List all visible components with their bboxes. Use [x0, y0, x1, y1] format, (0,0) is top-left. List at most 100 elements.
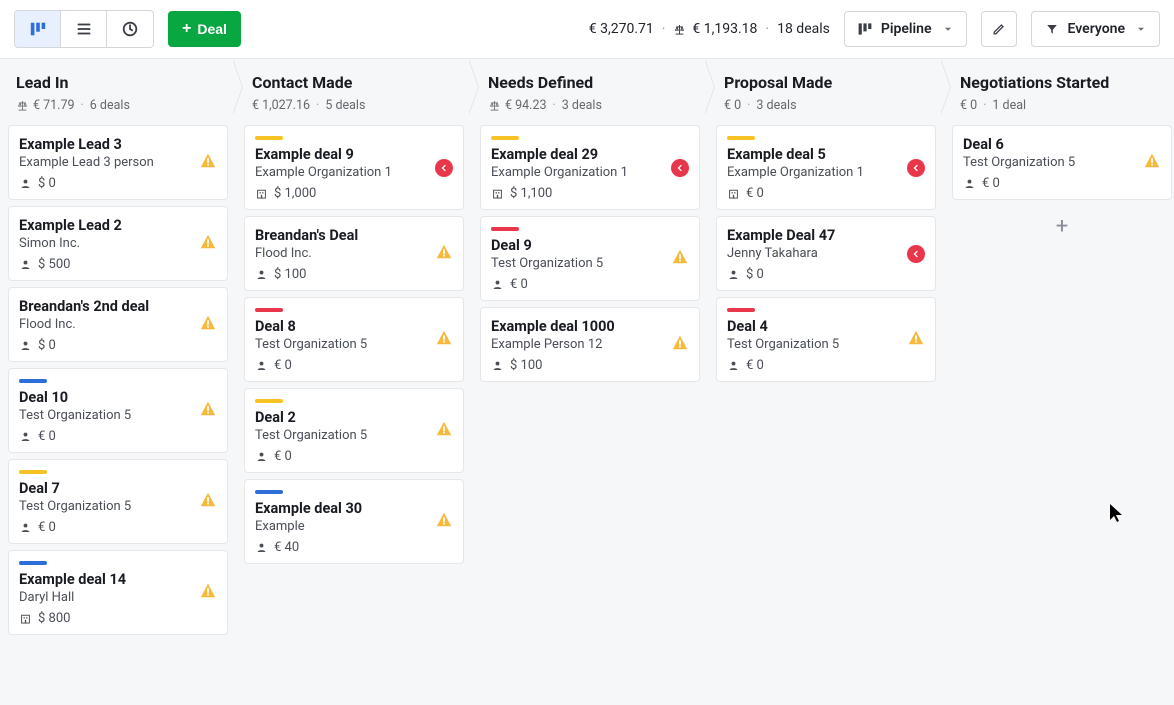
deal-card[interactable]: Example Lead 3 Example Lead 3 person $ 0 — [8, 125, 228, 200]
column-cards: Example Lead 3Example Lead 3 person$ 0Ex… — [4, 123, 232, 655]
deal-title: Deal 2 — [255, 409, 453, 426]
deal-amount: $ 100 — [510, 358, 542, 373]
overdue-badge[interactable] — [671, 159, 689, 177]
column-header[interactable]: Lead In€ 71.79·6 deals — [4, 59, 232, 123]
deal-org: Example Organization 1 — [491, 165, 689, 180]
warning-icon[interactable] — [435, 243, 453, 265]
owner-filter[interactable]: Everyone — [1031, 11, 1160, 47]
deal-card[interactable]: Example deal 29Example Organization 1$ 1… — [480, 125, 700, 210]
deal-card[interactable]: Deal 7Test Organization 5€ 0 — [8, 459, 228, 544]
kanban-icon — [857, 21, 873, 37]
deal-card[interactable]: Example deal 5 Example Organization 1 € 0 — [716, 125, 936, 210]
column-title: Lead In — [16, 73, 220, 92]
org-icon — [19, 612, 32, 625]
pipeline-label: Pipeline — [881, 21, 932, 37]
view-kanban-button[interactable] — [15, 11, 61, 47]
priority-stripe — [19, 470, 47, 474]
warning-icon[interactable] — [199, 400, 217, 422]
deal-amount-row: € 0 — [255, 449, 453, 464]
view-forecast-button[interactable] — [107, 11, 153, 47]
person-icon — [491, 278, 504, 291]
pipeline-summary: € 3,270.71 · € 1,193.18 · 18 deals — [589, 21, 830, 37]
deal-org: Daryl Hall — [19, 590, 217, 605]
warning-icon[interactable] — [199, 314, 217, 336]
deal-card[interactable]: Deal 8Test Organization 5€ 0 — [244, 297, 464, 382]
add-deal-button[interactable]: + Deal — [168, 11, 241, 47]
deal-card[interactable]: Example Lead 2Simon Inc.$ 500 — [8, 206, 228, 281]
person-icon — [19, 521, 32, 534]
deal-card[interactable]: Example deal 9Example Organization 1$ 1,… — [244, 125, 464, 210]
filter-icon — [1044, 21, 1060, 37]
column-header[interactable]: Negotiations Started€ 0·1 deal — [948, 59, 1174, 123]
deal-title: Example deal 5 — [727, 146, 925, 163]
deal-amount: € 40 — [274, 540, 299, 555]
person-icon — [19, 339, 32, 352]
org-icon — [255, 187, 268, 200]
warning-icon[interactable] — [435, 420, 453, 442]
person-icon — [491, 359, 504, 372]
deal-card[interactable]: Example deal 1000Example Person 12$ 100 — [480, 307, 700, 382]
person-icon — [255, 450, 268, 463]
deal-amount-row: $ 0 — [727, 267, 925, 282]
add-deal-label: Deal — [197, 21, 227, 37]
priority-stripe — [255, 490, 283, 494]
deal-title: Breandan's Deal — [255, 227, 453, 244]
warning-icon[interactable] — [907, 329, 925, 351]
deal-card[interactable]: Deal 9Test Organization 5€ 0 — [480, 216, 700, 301]
warning-icon[interactable] — [671, 248, 689, 270]
deal-org: Example Organization 1 — [727, 165, 925, 180]
pipeline-selector[interactable]: Pipeline — [844, 11, 967, 47]
deal-amount: € 0 — [746, 186, 764, 201]
warning-icon[interactable] — [435, 511, 453, 533]
deal-card[interactable]: Example Deal 47Jenny Takahara$ 0 — [716, 216, 936, 291]
summary-count: 18 deals — [777, 21, 830, 37]
deal-card[interactable]: Deal 10Test Organization 5€ 0 — [8, 368, 228, 453]
deal-amount: $ 500 — [38, 257, 70, 272]
deal-amount: € 0 — [274, 449, 292, 464]
overdue-badge[interactable] — [907, 159, 925, 177]
deal-amount: $ 1,000 — [274, 186, 316, 201]
column-count: 5 deals — [325, 98, 365, 113]
deal-card[interactable]: Breandan's 2nd dealFlood Inc.$ 0 — [8, 287, 228, 362]
overdue-badge[interactable] — [435, 159, 453, 177]
column-count: 1 deal — [992, 98, 1026, 113]
summary-weighted: € 1,193.18 — [692, 21, 757, 37]
warning-icon[interactable] — [199, 582, 217, 604]
deal-card[interactable]: Example deal 14Daryl Hall$ 800 — [8, 550, 228, 635]
deal-amount: $ 0 — [38, 176, 56, 191]
deal-card[interactable]: Deal 6Test Organization 5€ 0 — [952, 125, 1172, 200]
column-header[interactable]: Contact Made€ 1,027.16·5 deals — [240, 59, 468, 123]
warning-icon[interactable] — [199, 491, 217, 513]
deal-org: Example Lead 3 person — [19, 155, 217, 170]
warning-icon[interactable] — [1143, 152, 1161, 174]
deal-amount-row: € 0 — [19, 520, 217, 535]
pipeline-board: Lead In€ 71.79·6 dealsExample Lead 3Exam… — [0, 59, 1174, 705]
warning-icon[interactable] — [199, 233, 217, 255]
deal-title: Deal 9 — [491, 237, 689, 254]
deal-title: Breandan's 2nd deal — [19, 298, 217, 315]
person-icon — [19, 177, 32, 190]
column-header[interactable]: Proposal Made€ 0·3 deals — [712, 59, 940, 123]
deal-card[interactable]: Breandan's DealFlood Inc.$ 100 — [244, 216, 464, 291]
overdue-badge[interactable] — [907, 245, 925, 263]
forecast-icon — [121, 20, 139, 38]
warning-icon[interactable] — [671, 334, 689, 356]
deal-card[interactable]: Example deal 30Example€ 40 — [244, 479, 464, 564]
person-icon — [727, 268, 740, 281]
summary-total: € 3,270.71 — [589, 21, 654, 37]
scale-icon — [673, 23, 686, 36]
deal-card[interactable]: Deal 2Test Organization 5€ 0 — [244, 388, 464, 473]
add-deal-in-column[interactable]: + — [952, 206, 1172, 246]
deal-card[interactable]: Deal 4Test Organization 5€ 0 — [716, 297, 936, 382]
column-count: 3 deals — [562, 98, 602, 113]
warning-icon[interactable] — [435, 329, 453, 351]
deal-title: Example Lead 3 — [19, 136, 217, 153]
priority-stripe — [255, 308, 283, 312]
view-list-button[interactable] — [61, 11, 107, 47]
edit-pipeline-button[interactable] — [981, 11, 1017, 47]
warning-icon[interactable] — [199, 152, 217, 174]
scale-icon — [16, 99, 29, 112]
column-header[interactable]: Needs Defined€ 94.23·3 deals — [476, 59, 704, 123]
deal-org: Test Organization 5 — [19, 408, 217, 423]
deal-amount-row: $ 0 — [19, 338, 217, 353]
